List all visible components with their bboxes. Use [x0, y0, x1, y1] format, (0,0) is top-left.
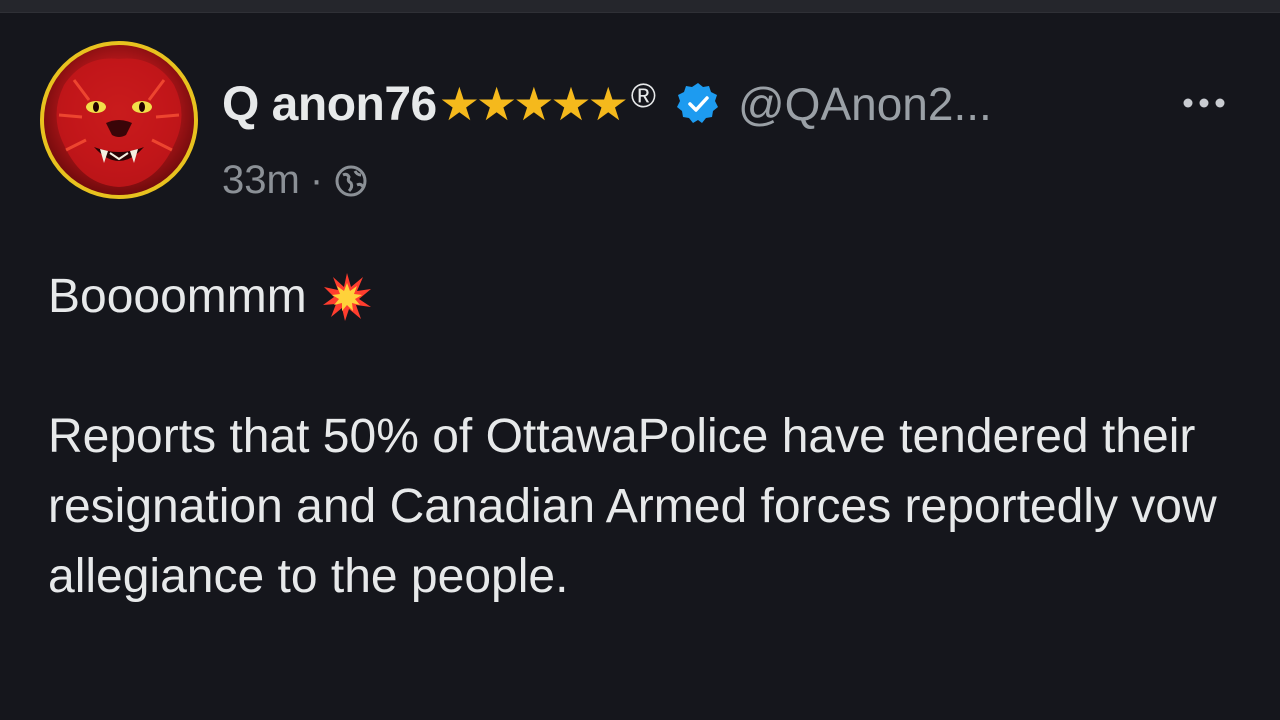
globe-icon: [333, 163, 369, 199]
verified-badge-icon: [674, 80, 722, 128]
lion-avatar-icon: [56, 58, 182, 187]
post-meta: 33m ·: [222, 158, 369, 203]
author-display-name[interactable]: Q anon76: [222, 77, 437, 132]
post-paragraph: Reports that 50% of OttawaPolice have te…: [48, 410, 1217, 603]
author-handle[interactable]: @QAnon2...: [738, 77, 992, 131]
star-rating: ★★★★★: [438, 78, 629, 130]
post-first-line: Boooommm: [48, 262, 1248, 332]
more-options-icon[interactable]: [1178, 86, 1230, 120]
top-bar: [0, 0, 1280, 13]
meta-separator: ·: [309, 158, 324, 202]
registered-mark: ®: [630, 76, 656, 115]
avatar[interactable]: [40, 41, 198, 199]
collision-emoji-icon: [321, 271, 373, 323]
post-exclamation: Boooommm: [48, 270, 307, 323]
post-timestamp[interactable]: 33m: [222, 158, 300, 203]
post-header: Q anon76 ★★★★★ ® @QAnon2...: [222, 74, 992, 134]
post-content: Boooommm Reports that 50% of OttawaPolic…: [48, 262, 1248, 612]
